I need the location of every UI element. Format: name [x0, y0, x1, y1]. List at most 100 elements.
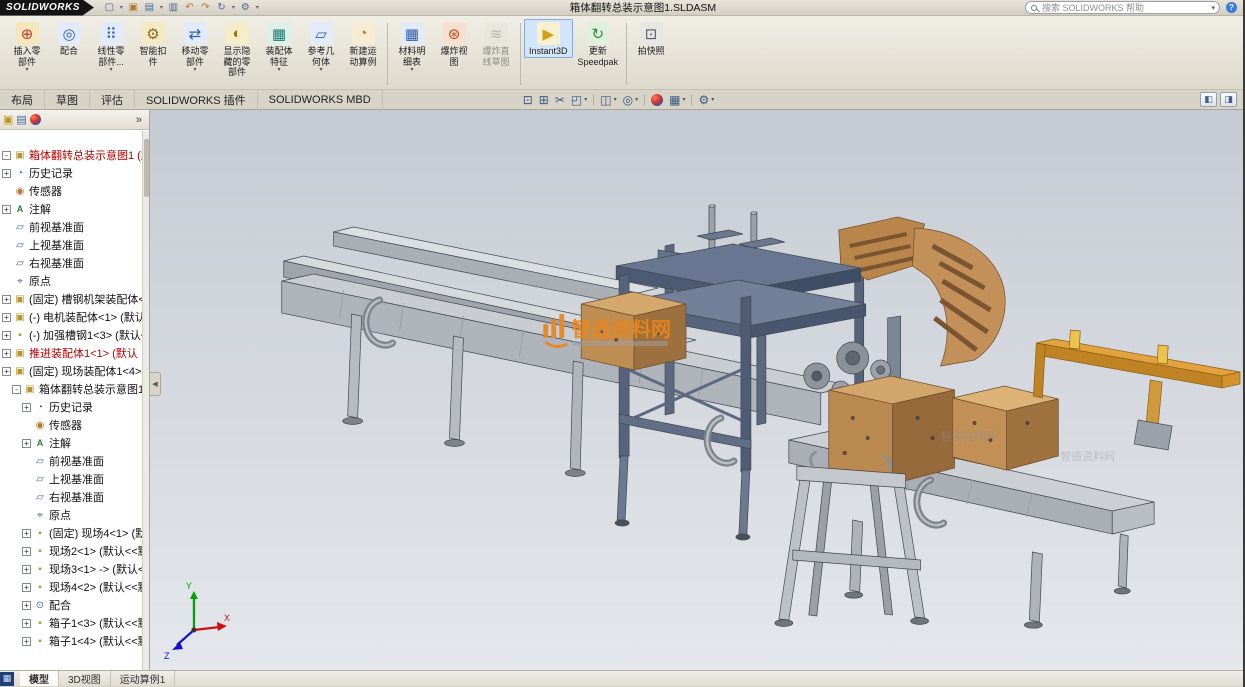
pane-right-icon[interactable]: ◨	[1220, 92, 1237, 107]
tree-item-mates[interactable]: + ⊙ 配合	[0, 596, 149, 614]
chevron-down-icon[interactable]: ▾	[118, 4, 125, 11]
tab-3d-views[interactable]: 3D视图	[59, 671, 111, 686]
expand-toggle[interactable]: +	[2, 367, 11, 376]
tree-item-front-plane[interactable]: ▱ 前视基准面	[0, 452, 149, 470]
options-icon[interactable]: ⚙	[238, 1, 253, 15]
chevron-down-icon[interactable]: ▾	[614, 96, 617, 103]
new-motion-study-button[interactable]: ◔ 新建运 动算例	[342, 19, 384, 68]
chevron-down-icon[interactable]: ▾	[158, 4, 165, 11]
apply-scene-icon[interactable]: ▦	[669, 94, 680, 106]
tree-item-site3-1[interactable]: + ▪ 现场3<1> -> (默认<	[0, 560, 149, 578]
view-settings-icon[interactable]: ⚙	[698, 94, 709, 106]
featuremanager-tab-icon[interactable]: ▣	[3, 114, 13, 126]
assembly-features-button[interactable]: ▦ 装配体 特征 ▾	[258, 19, 300, 75]
search-box[interactable]: ▾	[1025, 1, 1220, 14]
undo-icon[interactable]: ↶	[182, 1, 197, 15]
tree-item-root-assembly[interactable]: - ▣ 箱体翻转总装示意图1 (默	[0, 146, 149, 164]
tree-item-origin[interactable]: ⌖ 原点	[0, 506, 149, 524]
print-icon[interactable]: ▥	[166, 1, 181, 15]
tree-item-box1-4[interactable]: + ▪ 箱子1<4> (默认<<默	[0, 632, 149, 650]
view-orientation-icon[interactable]: ◰	[571, 94, 582, 106]
hide-show-items-icon[interactable]: ◎	[623, 94, 633, 106]
instant3d-button[interactable]: ▶ Instant3D	[524, 19, 573, 58]
reference-geometry-button[interactable]: ▱ 参考几 何体 ▾	[300, 19, 342, 75]
tree-item-box1-3[interactable]: + ▪ 箱子1<3> (默认<<默认	[0, 614, 149, 632]
insert-component-button[interactable]: ⊕ 插入零 部件 ▾	[6, 19, 48, 75]
tab-layout[interactable]: 布局	[0, 90, 45, 109]
tree-item-top-plane[interactable]: ▱ 上视基准面	[0, 470, 149, 488]
tab-model[interactable]: 模型	[20, 671, 59, 686]
chevron-down-icon[interactable]: ▾	[230, 4, 237, 11]
zoom-fit-icon[interactable]: ⊡	[523, 94, 533, 106]
show-hidden-components-button[interactable]: ◐ 显示隐 藏的零 部件	[216, 19, 258, 79]
redo-icon[interactable]: ↷	[198, 1, 213, 15]
expand-toggle[interactable]: -	[2, 151, 11, 160]
tab-sketch[interactable]: 草图	[45, 90, 90, 109]
expand-toggle[interactable]: +	[22, 583, 31, 592]
bill-of-materials-button[interactable]: ▦ 材料明 细表 ▾	[391, 19, 433, 75]
expand-toggle[interactable]: +	[22, 439, 31, 448]
tree-item-right-plane[interactable]: ▱ 右视基准面	[0, 254, 149, 272]
viewport-canvas[interactable]: 智造资料网 智造资料网 智造资料网 Y	[150, 110, 1243, 670]
chevron-down-icon[interactable]: ▾	[635, 96, 638, 103]
expand-toggle[interactable]: +	[22, 403, 31, 412]
smart-fasteners-button[interactable]: ⚙ 智能扣 件	[132, 19, 174, 68]
chevrons-right-icon[interactable]: »	[136, 114, 146, 126]
tree-item-right-plane[interactable]: ▱ 右视基准面	[0, 488, 149, 506]
tree-item-origin[interactable]: ⌖ 原点	[0, 272, 149, 290]
chevron-down-icon[interactable]: ▾	[254, 4, 261, 11]
expand-toggle[interactable]: +	[2, 169, 11, 178]
mate-button[interactable]: ◎ 配合	[48, 19, 90, 58]
expand-toggle[interactable]: +	[22, 529, 31, 538]
chevron-down-icon[interactable]: ▾	[711, 96, 714, 103]
tree-item-site4-2[interactable]: + ▪ 现场4<2> (默认<<默	[0, 578, 149, 596]
tab-evaluate[interactable]: 评估	[90, 90, 135, 109]
tree-item-push-assembly[interactable]: + ▣ 推进装配体1<1> (默认	[0, 344, 149, 362]
tree-item-sensors[interactable]: ◉ 传感器	[0, 416, 149, 434]
linear-component-pattern-button[interactable]: ⠿ 线性零 部件... ▾	[90, 19, 132, 75]
save-icon[interactable]: ▤	[142, 1, 157, 15]
move-component-button[interactable]: ⇄ 移动零 部件 ▾	[174, 19, 216, 75]
expand-toggle[interactable]: +	[22, 601, 31, 610]
expand-toggle[interactable]: +	[22, 637, 31, 646]
chevron-down-icon[interactable]: ▾	[584, 96, 587, 103]
search-dropdown-icon[interactable]: ▾	[1211, 4, 1215, 12]
panel-collapse-arrow[interactable]: ◀	[150, 372, 161, 396]
tree-item-channel-steel[interactable]: + ▪ (-) 加强槽钢1<3> (默认<	[0, 326, 149, 344]
edit-appearance-icon[interactable]	[651, 94, 663, 106]
tab-motion-study[interactable]: 运动算例1	[111, 671, 176, 686]
expand-toggle[interactable]: +	[2, 331, 11, 340]
rebuild-icon[interactable]: ↻	[214, 1, 229, 15]
expand-toggle[interactable]: +	[2, 349, 11, 358]
expand-toggle[interactable]: +	[2, 295, 11, 304]
tree-scrollbar[interactable]	[142, 131, 149, 670]
tab-addins[interactable]: SOLIDWORKS 插件	[135, 90, 258, 109]
tree-item-frame-assembly[interactable]: + ▣ (固定) 槽钢机架装配体<1	[0, 290, 149, 308]
search-input[interactable]	[1040, 2, 1211, 14]
display-style-icon[interactable]: ◫	[600, 94, 611, 106]
tree-item-annotations[interactable]: + A 注解	[0, 200, 149, 218]
chevron-down-icon[interactable]: ▾	[682, 96, 685, 103]
expand-toggle[interactable]: -	[12, 385, 21, 394]
viewport[interactable]: 智造资料网 智造资料网 智造资料网 Y	[150, 110, 1243, 670]
tree-item-site2-1[interactable]: + ▪ 现场2<1> (默认<<默	[0, 542, 149, 560]
expand-toggle[interactable]: +	[2, 205, 11, 214]
expand-toggle[interactable]: +	[2, 313, 11, 322]
new-document-icon[interactable]: ▢	[102, 1, 117, 15]
tree-item-history[interactable]: + ◔ 历史记录	[0, 398, 149, 416]
zoom-area-icon[interactable]: ⊞	[539, 94, 549, 106]
tree-item-site-assembly[interactable]: + ▣ (固定) 现场装配体1<4> (	[0, 362, 149, 380]
tree-scrollbar-thumb[interactable]	[144, 139, 149, 197]
help-icon[interactable]: ?	[1226, 2, 1237, 13]
section-view-icon[interactable]: ✂	[555, 94, 565, 106]
expand-toggle[interactable]: +	[22, 547, 31, 556]
displaymanager-tab-icon[interactable]	[30, 114, 41, 125]
tree-item-front-plane[interactable]: ▱ 前视基准面	[0, 218, 149, 236]
update-speedpak-button[interactable]: ↻ 更新 Speedpak	[573, 19, 624, 68]
take-snapshot-button[interactable]: ⊡ 拍快照	[630, 19, 672, 58]
tree-item-sub-assembly[interactable]: - ▣ 箱体翻转总装示意图1	[0, 380, 149, 398]
tree-item-history[interactable]: + ◔ 历史记录	[0, 164, 149, 182]
grid-icon[interactable]: ▦	[0, 672, 14, 686]
tree-item-top-plane[interactable]: ▱ 上视基准面	[0, 236, 149, 254]
propertymanager-tab-icon[interactable]: ▤	[16, 114, 26, 126]
